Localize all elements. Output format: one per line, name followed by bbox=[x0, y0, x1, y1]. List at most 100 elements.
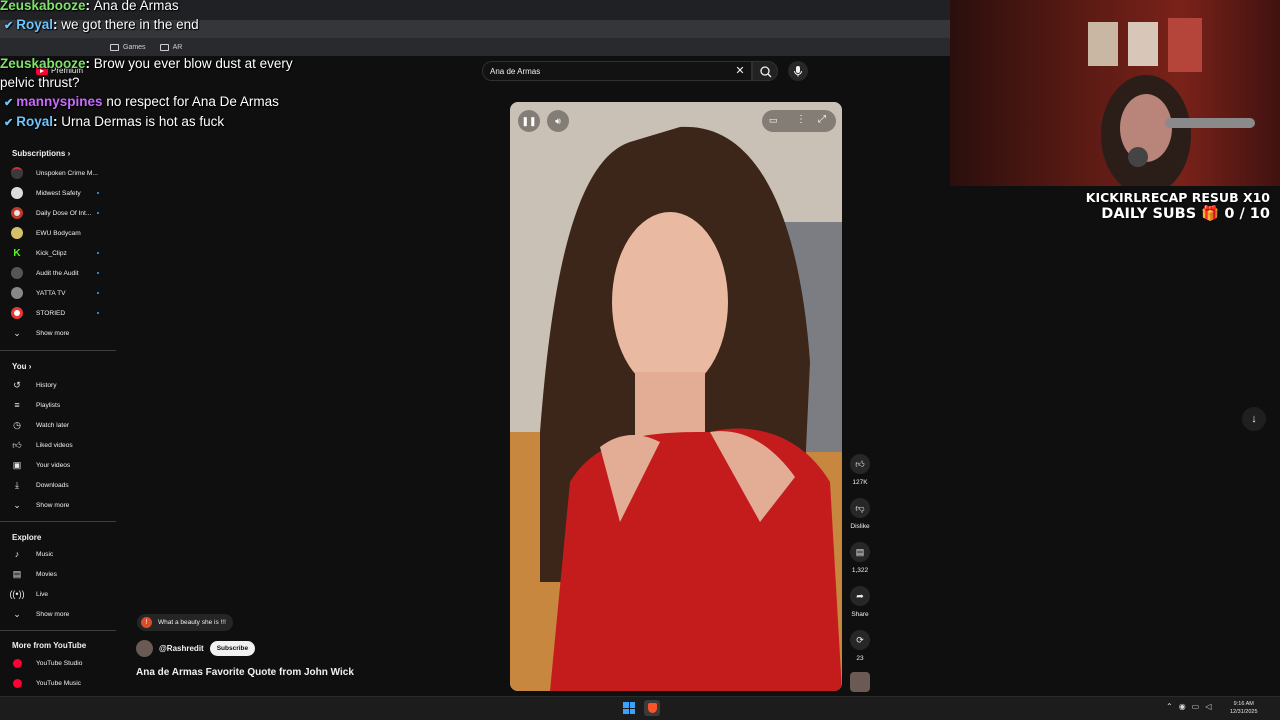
sidebar-item-downloads[interactable]: ⤓ Downloads bbox=[0, 476, 116, 494]
share-button[interactable]: ➦ Share bbox=[848, 586, 872, 618]
sidebar-item-unspoken-crime[interactable]: Unspoken Crime M... bbox=[0, 164, 116, 182]
new-content-dot bbox=[97, 272, 99, 274]
share-icon: ➦ bbox=[850, 586, 870, 606]
sound-thumbnail[interactable] bbox=[850, 672, 870, 692]
sidebar-item-storied[interactable]: STORIED bbox=[0, 304, 116, 322]
sidebar-item-history[interactable]: ↺ History bbox=[0, 376, 116, 394]
windows-start-icon[interactable] bbox=[623, 702, 635, 714]
sidebar-item-audit-the-audit[interactable]: Audit the Audit bbox=[0, 264, 116, 282]
search-icon bbox=[760, 66, 772, 78]
sidebar-item-youtube-music[interactable]: YouTube Music bbox=[0, 674, 116, 692]
remix-button[interactable]: ⟳ 23 bbox=[848, 630, 872, 662]
sidebar-item-yatta-tv[interactable]: YATTA TV bbox=[0, 284, 116, 302]
chat-message: Zeuskabooze: Brow you ever blow dust at … bbox=[0, 56, 293, 71]
alert-icon: ! bbox=[141, 617, 152, 628]
close-icon[interactable]: ✕ bbox=[733, 64, 747, 78]
explore-heading: Explore bbox=[12, 533, 42, 542]
top-comment-pill[interactable]: ! What a beauty she is !!! bbox=[137, 614, 233, 631]
search-button[interactable] bbox=[752, 61, 778, 81]
new-content-dot bbox=[97, 192, 99, 194]
sidebar-show-more-you[interactable]: ⌄ Show more bbox=[0, 496, 116, 514]
video-frame bbox=[510, 102, 842, 691]
chevron-down-icon: ⌄ bbox=[13, 608, 21, 619]
sidebar-item-movies[interactable]: ▤ Movies bbox=[0, 565, 116, 583]
fullscreen-icon[interactable]: ⤢ bbox=[818, 114, 826, 125]
video-icon: ▣ bbox=[12, 459, 22, 470]
bookmark-games[interactable]: Games bbox=[110, 43, 146, 51]
new-content-dot bbox=[97, 292, 99, 294]
subscriptions-heading[interactable]: Subscriptions › bbox=[12, 149, 70, 158]
bookmarks-bar: Games AR bbox=[0, 38, 950, 56]
more-vertical-icon[interactable]: ⋮ bbox=[796, 114, 806, 125]
sidebar-item-liked-videos[interactable]: 👍︎ Liked videos bbox=[0, 436, 116, 454]
channel-avatar bbox=[11, 207, 23, 219]
mic-button[interactable] bbox=[788, 61, 808, 81]
dislike-button[interactable]: 👎︎ Dislike bbox=[848, 498, 872, 530]
sidebar-divider bbox=[0, 350, 116, 351]
chat-message: ✔ Royal: we got there in the end bbox=[4, 17, 199, 32]
sidebar-item-daily-dose[interactable]: Daily Dose Of Int... bbox=[0, 204, 116, 222]
mic-icon bbox=[794, 66, 802, 77]
badge-icon: ✔ bbox=[4, 20, 17, 32]
you-heading[interactable]: You › bbox=[12, 362, 31, 371]
sidebar-item-your-videos[interactable]: ▣ Your videos bbox=[0, 456, 116, 474]
youtube-music-icon bbox=[12, 678, 22, 688]
channel-avatar bbox=[11, 167, 23, 179]
thumbs-up-icon: 👍︎ bbox=[12, 439, 22, 450]
captions-icon[interactable]: ▭ bbox=[769, 115, 778, 126]
remix-icon: ⟳ bbox=[850, 630, 870, 650]
shorts-video-player[interactable]: ❚❚ 🔊︎ bbox=[510, 102, 842, 691]
pause-button[interactable]: ❚❚ bbox=[518, 110, 540, 132]
folder-icon bbox=[159, 43, 169, 51]
playlist-icon: ≡ bbox=[14, 400, 20, 410]
search-input[interactable]: Ana de Armas bbox=[482, 61, 752, 81]
sidebar-item-kick-clipz[interactable]: K Kick_Clipz bbox=[0, 244, 116, 262]
thumbs-down-icon: 👎︎ bbox=[850, 498, 870, 518]
download-icon: ⤓ bbox=[15, 479, 19, 490]
webcam-feed bbox=[950, 0, 1280, 186]
channel-avatar bbox=[11, 307, 23, 319]
sidebar-item-ewu-bodycam[interactable]: EWU Bodycam bbox=[0, 224, 116, 242]
clock-icon: ◷ bbox=[13, 419, 21, 430]
next-short-button[interactable]: ↓ bbox=[1242, 407, 1266, 431]
thumbs-up-icon: 👍︎ bbox=[850, 454, 870, 474]
kick-icon: K bbox=[13, 247, 21, 259]
pause-icon: ❚❚ bbox=[521, 115, 537, 126]
avatar[interactable] bbox=[136, 640, 153, 657]
chat-message: ✔ mannyspines no respect for Ana De Arma… bbox=[4, 94, 279, 109]
sidebar-divider bbox=[0, 521, 116, 522]
bookmark-ar[interactable]: AR bbox=[159, 43, 182, 51]
film-icon: ▤ bbox=[12, 568, 22, 579]
sidebar-item-live[interactable]: ((•)) Live bbox=[0, 585, 116, 603]
sidebar-divider bbox=[0, 630, 116, 631]
music-note-icon: ♪ bbox=[14, 549, 20, 559]
volume-button[interactable]: 🔊︎ bbox=[547, 110, 569, 132]
new-content-dot bbox=[97, 312, 99, 314]
sidebar-item-watch-later[interactable]: ◷ Watch later bbox=[0, 416, 116, 434]
subscribe-button[interactable]: Subscribe bbox=[209, 641, 256, 656]
video-title[interactable]: Ana de Armas Favorite Quote from John Wi… bbox=[136, 667, 354, 678]
live-icon: ((•)) bbox=[9, 589, 25, 599]
badge-icon: ✔ bbox=[4, 97, 17, 109]
sidebar-item-playlists[interactable]: ≡ Playlists bbox=[0, 396, 116, 414]
youtube-studio-icon bbox=[12, 658, 22, 668]
sidebar-item-music[interactable]: ♪ Music bbox=[0, 545, 116, 563]
taskbar: ⌃◉▭◁ bbox=[0, 696, 1280, 720]
like-button[interactable]: 👍︎ 127K bbox=[848, 454, 872, 486]
sidebar-item-youtube-studio[interactable]: YouTube Studio bbox=[0, 654, 116, 672]
sidebar-show-more-explore[interactable]: ⌄ Show more bbox=[0, 605, 116, 623]
history-icon: ↺ bbox=[13, 379, 21, 390]
sidebar-show-more-subscriptions[interactable]: ⌄ Show more bbox=[0, 324, 116, 342]
sidebar: Subscriptions › Unspoken Crime M... Midw… bbox=[0, 140, 116, 700]
sidebar-item-midwest-safety[interactable]: Midwest Safety bbox=[0, 184, 116, 202]
new-content-dot bbox=[97, 252, 99, 254]
brave-browser-icon[interactable] bbox=[644, 700, 660, 716]
volume-icon: 🔊︎ bbox=[555, 115, 561, 126]
channel-avatar bbox=[11, 287, 23, 299]
channel-avatar bbox=[11, 267, 23, 279]
stream-overlay-text: KICKIRLRECAP RESUB X10 DAILY SUBS 🎁 0 / … bbox=[1085, 190, 1270, 222]
comments-button[interactable]: ▤ 1,322 bbox=[848, 542, 872, 574]
taskbar-clock[interactable]: 9:16 AM 12/31/2025 bbox=[1230, 700, 1258, 716]
system-tray-icons[interactable]: ⌃◉▭◁ bbox=[1166, 702, 1217, 711]
channel-name[interactable]: @Rashredit bbox=[159, 644, 204, 653]
